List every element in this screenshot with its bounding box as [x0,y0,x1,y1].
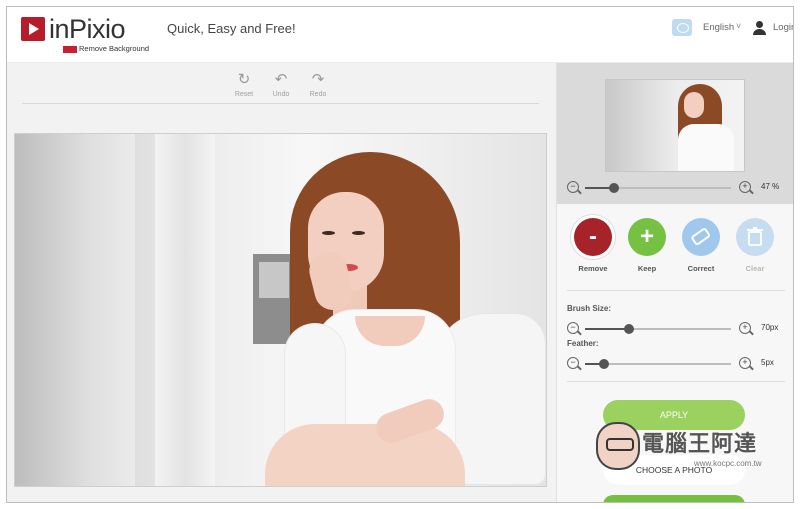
preview-area: − + 47 % [557,63,793,204]
undo-icon: ↶ [274,71,288,88]
clear-label: Clear [745,264,765,273]
watermark-url: www.kocpc.com.tw [694,459,762,468]
zoom-value: 47 % [761,182,780,191]
eraser-icon [682,218,720,256]
zoom-slider[interactable] [585,183,731,193]
tagline: Quick, Easy and Free! [167,21,296,36]
keep-button[interactable]: + Keep [621,218,673,273]
editor-area: ↻ Reset ↶ Undo ↷ Redo [7,63,556,502]
zoom-control: − + 47 % [567,181,787,197]
clear-button[interactable]: Clear [729,218,781,273]
redo-label: Redo [309,91,327,98]
trash-icon [736,218,774,256]
logo-wordmark: inPixio [49,14,126,44]
redo-icon: ↷ [311,71,325,88]
zoom-slider-handle[interactable] [609,183,619,193]
play-logo-icon [21,17,45,41]
photo-subject-legs [265,424,465,486]
watermark-mascot-icon [598,424,638,468]
login-link[interactable]: Login [773,22,793,33]
correct-button[interactable]: Correct [675,218,727,273]
brush-size-label: Brush Size: [567,304,612,313]
minus-icon: - [574,218,612,256]
brush-size-value: 70px [761,323,779,332]
feather-value: 5px [761,358,774,367]
header: inPixio Remove Background Quick, Easy an… [7,7,793,63]
plus-icon: + [628,218,666,256]
correct-label: Correct [687,264,715,273]
feather-decrease-icon[interactable]: − [567,357,579,369]
panel-divider [567,381,785,382]
zoom-in-icon[interactable]: + [739,181,751,193]
language-flag-icon[interactable] [672,19,692,36]
feather-handle[interactable] [599,359,609,369]
feather-label: Feather: [567,339,599,348]
brush-size-fill [585,328,629,330]
user-icon[interactable] [753,21,766,35]
toolbar-divider [22,103,539,104]
undo-label: Undo [272,91,290,98]
undo-button[interactable]: ↶ Undo [266,71,296,98]
inpixio-logo[interactable]: inPixio Remove Background [21,13,156,57]
keep-label: Keep [637,264,657,273]
brush-size-handle[interactable] [624,324,634,334]
photo-canvas[interactable] [14,133,547,487]
download-button[interactable] [603,495,745,502]
watermark-title: 電腦王阿達 [642,431,758,456]
brush-size-control: − + 70px [567,322,787,338]
language-selector[interactable]: English [703,22,734,33]
watermark: 電腦王阿達 www.kocpc.com.tw [598,424,788,474]
redo-button[interactable]: ↷ Redo [303,71,333,98]
logo-badge [63,46,77,53]
panel-divider [567,290,785,291]
photo-subject-eye [322,231,335,235]
chevron-down-icon[interactable]: ˅ [736,21,741,31]
reset-button[interactable]: ↻ Reset [229,71,259,98]
photo-curtain [155,134,215,486]
feather-slider[interactable] [585,359,731,369]
logo-subtitle: Remove Background [79,44,150,53]
reset-label: Reset [234,91,254,98]
preview-thumbnail [605,79,745,172]
feather-control: − + 5px [567,357,787,373]
remove-button[interactable]: - Remove [567,218,619,273]
brush-size-decrease-icon[interactable]: − [567,322,579,334]
photo-subject-eye [352,231,365,235]
brush-size-increase-icon[interactable]: + [739,322,751,334]
reset-icon: ↻ [237,71,251,88]
photo-curtain [15,134,135,486]
brush-size-slider[interactable] [585,324,731,334]
feather-increase-icon[interactable]: + [739,357,751,369]
remove-label: Remove [578,264,608,273]
zoom-out-icon[interactable]: − [567,181,579,193]
